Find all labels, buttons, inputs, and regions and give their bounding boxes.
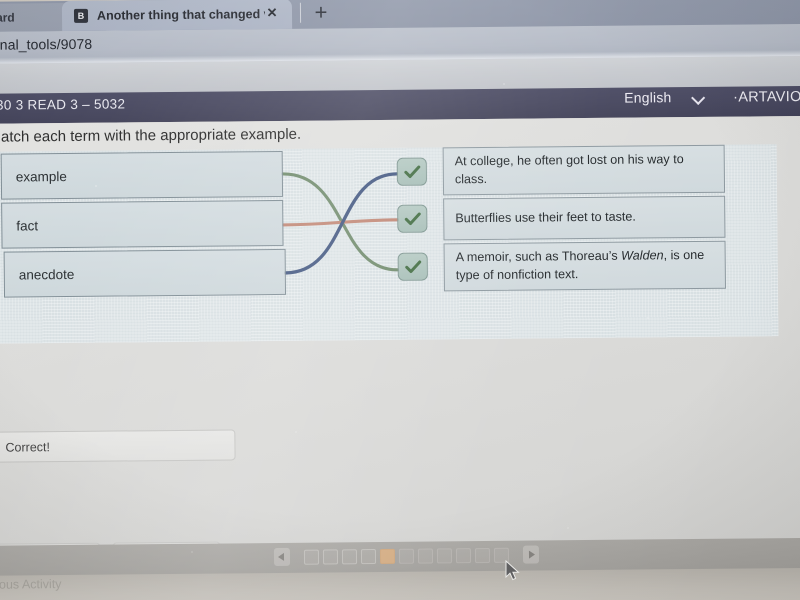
feedback-text: Correct!	[5, 439, 50, 455]
triangle-right-icon[interactable]	[522, 545, 540, 564]
answer-text-part: A memoir, such as Thoreau’s	[455, 248, 622, 265]
previous-activity-label: vious Activity	[0, 577, 62, 592]
term-label: example	[15, 168, 67, 184]
activity-card: Match each term with the appropriate exa…	[0, 115, 800, 569]
page-square[interactable]	[417, 547, 434, 564]
answer-text-italic: Walden	[621, 248, 664, 263]
tab-divider	[299, 2, 302, 23]
chevron-down-icon	[693, 91, 704, 102]
answer-text: Butterflies use their feet to taste.	[455, 209, 636, 226]
answer-box[interactable]: Butterflies use their feet to taste.	[443, 195, 726, 241]
page-square[interactable]	[360, 548, 377, 564]
term-box[interactable]: example	[0, 150, 284, 200]
screen-photo: ard ✕ B Another thing that changed very …	[0, 0, 800, 600]
page-square[interactable]	[398, 548, 415, 564]
match-check-badge	[397, 252, 428, 281]
username-label: ·ARTAVIOU	[733, 88, 800, 106]
pagination-controls	[273, 545, 540, 567]
answer-box[interactable]: At college, he often got lost on his way…	[442, 144, 726, 196]
page-square[interactable]	[341, 548, 358, 564]
page-square[interactable]	[303, 549, 320, 565]
matching-work-surface: example fact anecdote At college, he oft…	[0, 144, 779, 344]
tab-label: ard	[0, 10, 15, 25]
check-icon	[403, 165, 420, 178]
language-label: English	[624, 89, 672, 106]
page-square[interactable]	[474, 547, 491, 563]
page-square-active[interactable]	[379, 548, 396, 564]
browser-tab-active[interactable]: B Another thing that changed very ✕	[61, 0, 293, 32]
close-icon[interactable]: ✕	[266, 5, 278, 20]
tab-label: Another thing that changed very	[96, 7, 265, 23]
term-label: anecdote	[18, 266, 75, 282]
mouse-cursor	[505, 560, 520, 581]
term-box[interactable]: fact	[1, 199, 284, 249]
favicon-icon: B	[73, 8, 89, 23]
feedback-bar: Correct!	[0, 429, 236, 464]
term-box[interactable]: anecdote	[3, 248, 287, 298]
new-tab-button[interactable]: +	[310, 0, 332, 25]
match-check-badge	[397, 204, 428, 233]
activity-prompt: Match each term with the appropriate exa…	[0, 125, 302, 146]
match-check-badge	[396, 157, 427, 186]
triangle-left-icon[interactable]	[273, 547, 291, 567]
answer-box[interactable]: A memoir, such as Thoreau’s Walden, is o…	[443, 240, 726, 292]
term-label: fact	[16, 217, 39, 233]
course-code-label: 330 3 READ 3 – 5032	[0, 96, 126, 113]
page-square[interactable]	[455, 547, 472, 563]
language-selector[interactable]: English	[624, 89, 704, 106]
activity-application: 330 3 READ 3 – 5032 English ·ARTAVIOU Ma…	[0, 79, 800, 569]
check-icon	[404, 212, 421, 225]
url-text: rnal_tools/9078	[0, 35, 93, 53]
answer-text: A memoir, such as Thoreau’s Walden, is o…	[445, 247, 725, 285]
answer-text: At college, he often got lost on his way…	[454, 152, 684, 187]
check-icon	[404, 260, 421, 273]
page-square[interactable]	[322, 548, 339, 565]
page-square[interactable]	[436, 547, 453, 563]
